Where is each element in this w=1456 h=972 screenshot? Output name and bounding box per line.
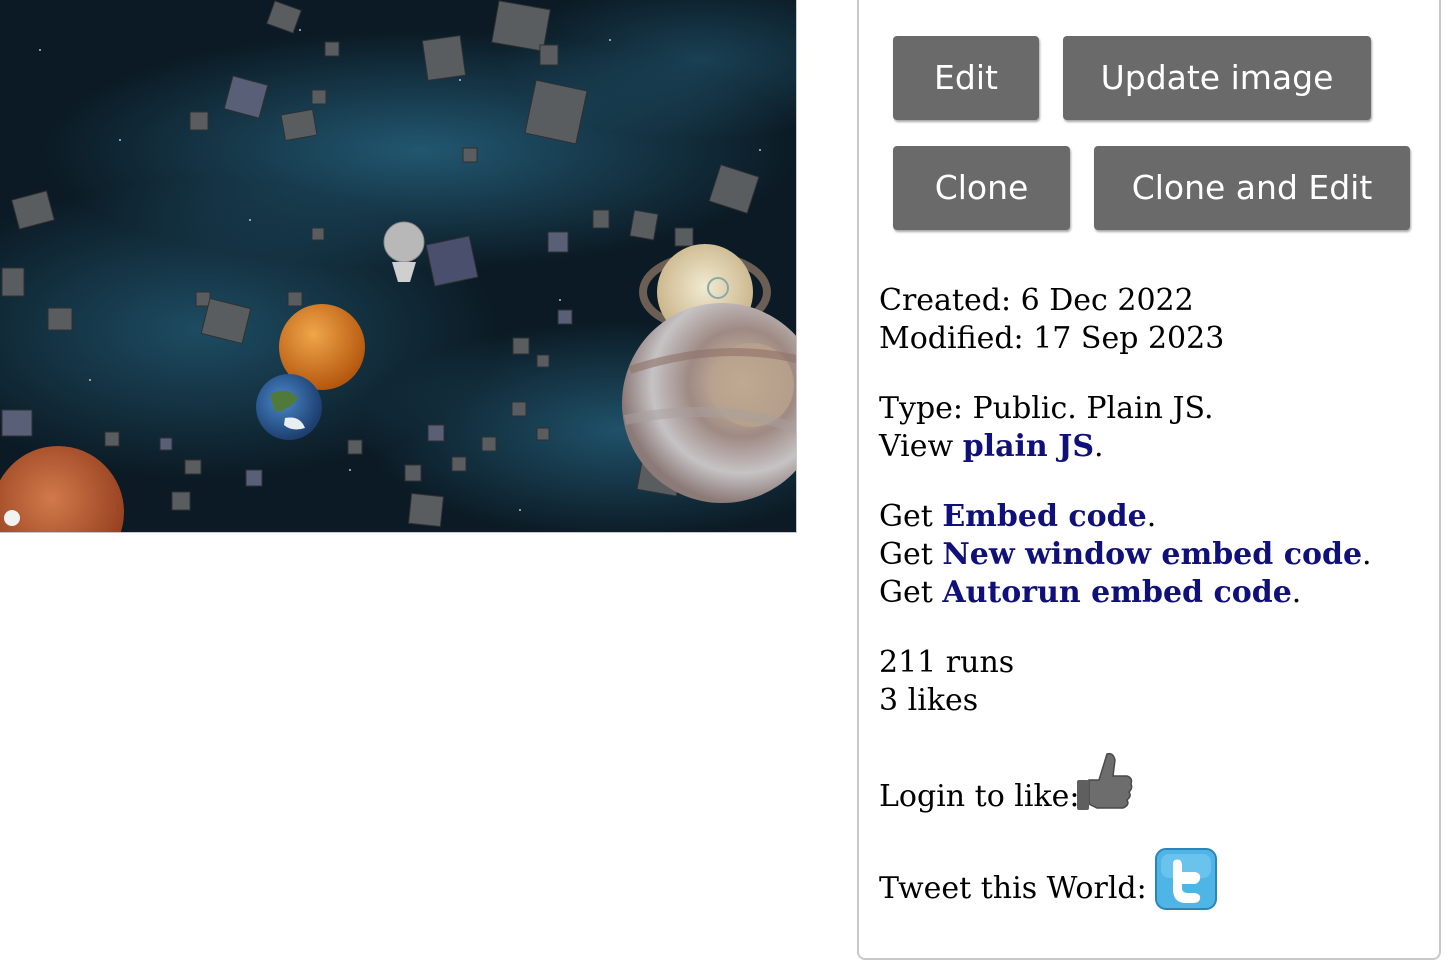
clone-and-edit-button[interactable]: Clone and Edit bbox=[1094, 146, 1410, 230]
stats-block: 211 runs 3 likes bbox=[879, 644, 1014, 720]
modified-date: 17 Sep 2023 bbox=[1033, 321, 1225, 356]
new-window-embed-code-link[interactable]: New window embed code bbox=[942, 537, 1362, 572]
created-line: Created: 6 Dec 2022 bbox=[879, 282, 1224, 320]
type-text: Type: Public. Plain JS. bbox=[879, 391, 1214, 426]
edit-button[interactable]: Edit bbox=[893, 36, 1039, 120]
type-block: Type: Public. Plain JS. View plain JS. bbox=[879, 390, 1214, 466]
view-period: . bbox=[1094, 429, 1104, 464]
modified-line: Modified: 17 Sep 2023 bbox=[879, 320, 1224, 358]
thumbs-up-icon[interactable] bbox=[1075, 750, 1135, 818]
get-label: Get bbox=[879, 537, 943, 572]
runs-count: 211 runs bbox=[879, 645, 1015, 680]
space-scene-graphic bbox=[0, 0, 796, 532]
world-preview-image bbox=[0, 0, 797, 533]
view-line: View plain JS. bbox=[879, 428, 1214, 466]
autorun-embed-code-link[interactable]: Autorun embed code bbox=[942, 575, 1291, 610]
tweet-this-world-label: Tweet this World: bbox=[879, 871, 1147, 906]
new-window-embed-line: Get New window embed code. bbox=[879, 536, 1372, 574]
autorun-embed-line: Get Autorun embed code. bbox=[879, 574, 1372, 612]
clone-button[interactable]: Clone bbox=[893, 146, 1070, 230]
likes-count: 3 likes bbox=[879, 683, 979, 718]
get-label: Get bbox=[879, 575, 943, 610]
created-date: 6 Dec 2022 bbox=[1020, 283, 1194, 318]
plain-js-link[interactable]: plain JS bbox=[963, 429, 1094, 464]
embed-line: Get Embed code. bbox=[879, 498, 1372, 536]
modified-label: Modified: bbox=[879, 321, 1024, 356]
get-label: Get bbox=[879, 499, 943, 534]
created-label: Created: bbox=[879, 283, 1012, 318]
world-info-panel: Edit Update image Clone Clone and Edit C… bbox=[857, 0, 1441, 960]
dates-block: Created: 6 Dec 2022 Modified: 17 Sep 202… bbox=[879, 282, 1224, 358]
embed-block: Get Embed code. Get New window embed cod… bbox=[879, 498, 1372, 612]
period: . bbox=[1291, 575, 1302, 610]
login-to-like-label: Login to like: bbox=[879, 779, 1080, 814]
update-image-button[interactable]: Update image bbox=[1063, 36, 1371, 120]
view-prefix: View bbox=[879, 429, 963, 464]
embed-code-link[interactable]: Embed code bbox=[942, 499, 1146, 534]
period: . bbox=[1362, 537, 1372, 572]
twitter-icon[interactable] bbox=[1155, 848, 1217, 910]
period: . bbox=[1146, 499, 1157, 534]
